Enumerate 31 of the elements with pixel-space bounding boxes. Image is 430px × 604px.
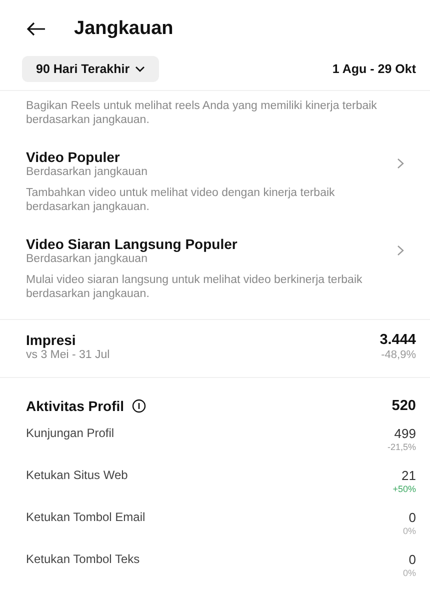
chevron-right-icon: [397, 245, 404, 256]
section-link[interactable]: Video Siaran Langsung Populer Berdasarkan jangkauan: [26, 236, 404, 265]
stat-value: 3.444: [380, 332, 416, 348]
metric-label: Ketukan Situs Web: [26, 468, 128, 482]
metric-value: 499: [394, 426, 416, 441]
total-value: 520: [392, 398, 416, 414]
section-description: Tambahkan video untuk melihat video dengan kinerja terbaik berdasarkan jangkauan.: [26, 186, 336, 214]
change-text: -21,5%: [387, 442, 416, 452]
intro-text: Bagikan Reels untuk melihat reels Anda yang memiliki kinerja terbaik berdasarkan jangkauan.: [26, 99, 378, 127]
comparison-text: vs 3 Mei - 31 Jul: [26, 349, 110, 361]
change-text: 0%: [402, 568, 416, 578]
section-title: Aktivitas Profil: [26, 398, 124, 414]
metric-value: 0: [408, 552, 416, 567]
date-range-dropdown[interactable]: 90 Hari Terakhir: [22, 56, 159, 82]
info-icon[interactable]: [132, 399, 146, 413]
section-link[interactable]: Video Populer Berdasarkan jangkauan: [26, 149, 404, 178]
page-title: Jangkauan: [74, 18, 174, 40]
date-range: 1 Agu - 29 Okt: [332, 62, 416, 76]
section-description: Mulai video siaran langsung untuk melihat video berkinerja terbaik berdasarkan jangkauan.: [26, 273, 364, 301]
change-text: 0%: [402, 526, 416, 536]
chevron-right-icon: [397, 158, 404, 169]
metric-value: 0: [408, 510, 416, 525]
chevron-down-icon: [134, 66, 145, 72]
metric-label: Kunjungan Profil: [26, 426, 114, 440]
change-text: -48,9%: [381, 349, 416, 361]
metric-value: 21: [402, 468, 416, 483]
stat-label: Impresi: [26, 332, 77, 348]
metric-label: Ketukan Tombol Teks: [26, 552, 140, 566]
back-arrow-icon[interactable]: [26, 22, 46, 36]
change-text: +50%: [392, 484, 416, 494]
metric-label: Ketukan Tombol Email: [26, 510, 146, 524]
